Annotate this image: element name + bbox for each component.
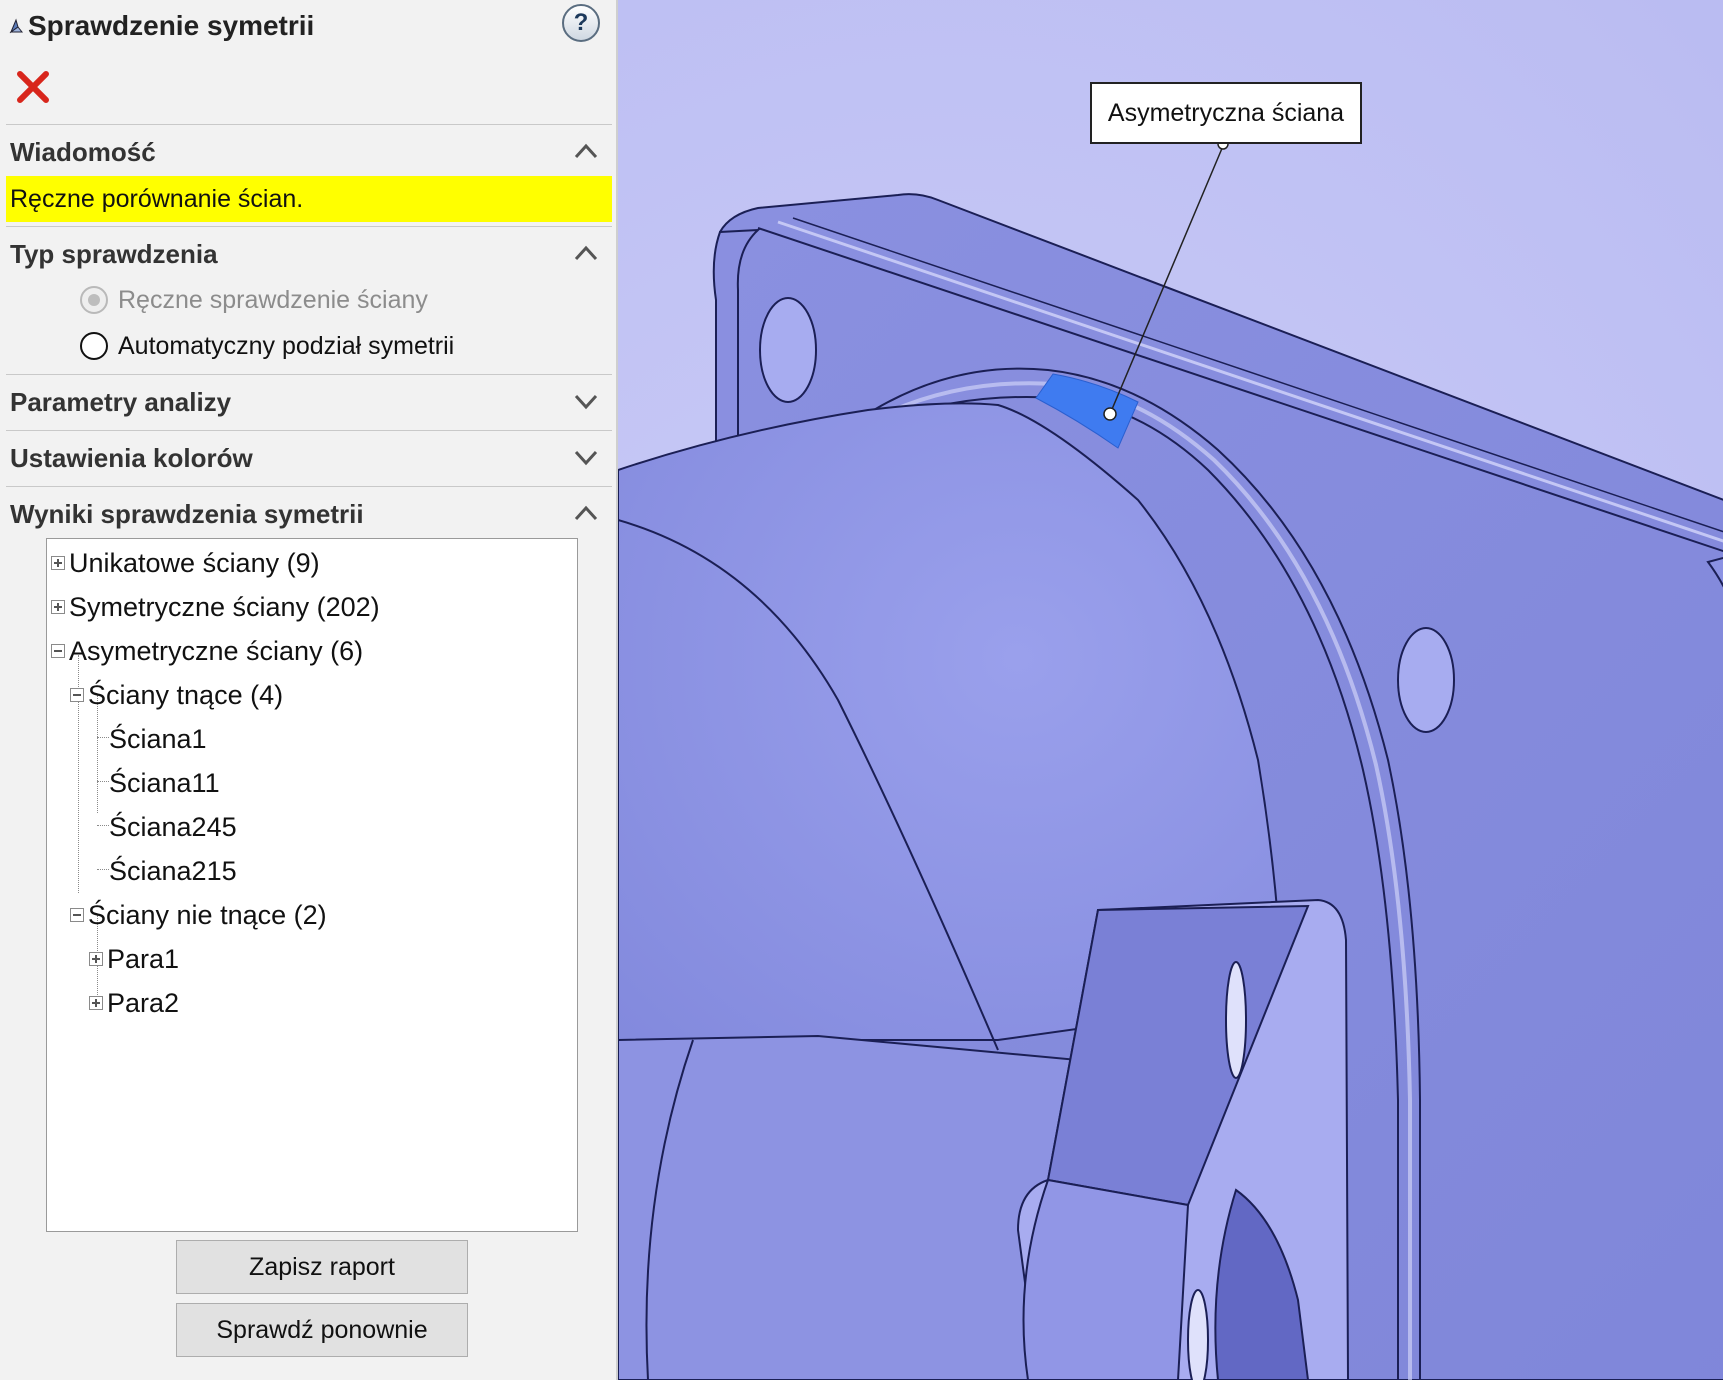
tree-line <box>97 825 109 826</box>
expand-plus-icon[interactable] <box>51 600 65 614</box>
bolt-hole <box>1397 627 1455 733</box>
section-message-header[interactable]: Wiadomość <box>10 130 610 174</box>
radio-auto-label: Automatyczny podział symetrii <box>118 331 455 360</box>
divider <box>6 124 612 125</box>
chevron-up-icon[interactable] <box>572 242 600 264</box>
tree-node-label: Para2 <box>107 987 180 1018</box>
tree-node-symmetric-faces[interactable]: Symetryczne ściany (202) <box>51 587 380 627</box>
chevron-up-icon[interactable] <box>572 502 600 524</box>
tree-node-label: Ściany nie tnące (2) <box>88 899 327 930</box>
message-box: Ręczne porównanie ścian. <box>6 176 612 222</box>
results-tree[interactable]: Unikatowe ściany (9) Symetryczne ściany … <box>46 538 578 1232</box>
section-color-settings-title: Ustawienia kolorów <box>10 442 253 473</box>
section-color-settings-header[interactable]: Ustawienia kolorów <box>10 436 610 480</box>
tree-leaf-label: Ściana1 <box>109 723 207 754</box>
bracket-side <box>1022 1178 1190 1380</box>
recheck-button[interactable]: Sprawdź ponownie <box>176 1303 468 1357</box>
radio-button-unchecked[interactable] <box>80 332 108 360</box>
tree-line <box>97 737 109 738</box>
tree-node-pair[interactable]: Para1 <box>89 939 179 979</box>
callout-label: Asymetryczna ściana <box>1107 98 1345 127</box>
save-report-button[interactable]: Zapisz raport <box>176 1240 468 1294</box>
collapse-minus-icon[interactable] <box>70 908 84 922</box>
tree-leaf-face[interactable]: Ściana11 <box>109 763 220 803</box>
radio-manual-label: Ręczne sprawdzenie ściany <box>118 285 428 314</box>
tree-node-pair[interactable]: Para2 <box>89 983 179 1023</box>
section-check-type-header[interactable]: Typ sprawdzenia <box>10 232 610 276</box>
graphics-viewport[interactable] <box>618 0 1723 1380</box>
tree-line <box>97 869 109 870</box>
divider <box>6 430 612 431</box>
asymmetric-face-callout[interactable]: Asymetryczna ściana <box>1090 82 1362 144</box>
chevron-down-icon[interactable] <box>572 390 600 412</box>
bracket-hole <box>1187 1289 1209 1380</box>
section-results-header[interactable]: Wyniki sprawdzenia symetrii <box>10 492 610 536</box>
tree-node-asymmetric-faces[interactable]: Asymetryczne ściany (6) <box>51 631 363 671</box>
tree-line <box>97 781 109 782</box>
tree-leaf-face[interactable]: Ściana1 <box>109 719 207 759</box>
tree-leaf-label: Ściana11 <box>109 767 220 798</box>
expand-plus-icon[interactable] <box>89 952 103 966</box>
collapse-minus-icon[interactable] <box>70 688 84 702</box>
chevron-up-icon[interactable] <box>572 140 600 162</box>
section-results-title: Wyniki sprawdzenia symetrii <box>10 498 364 529</box>
property-manager-panel: Sprawdzenie symetrii ? Wiadomość Ręczne … <box>0 0 618 1380</box>
bracket-hole <box>1225 961 1247 1079</box>
section-check-type-title: Typ sprawdzenia <box>10 238 218 269</box>
radio-auto-symmetry-split[interactable]: Automatyczny podział symetrii <box>80 326 454 366</box>
section-analysis-params-title: Parametry analizy <box>10 386 232 417</box>
tree-node-cutting-faces[interactable]: Ściany tnące (4) <box>70 675 283 715</box>
tree-leaf-label: Ściana245 <box>109 811 237 842</box>
collapse-minus-icon[interactable] <box>51 644 65 658</box>
tree-node-label: Unikatowe ściany (9) <box>69 547 320 578</box>
panel-header: Sprawdzenie symetrii <box>8 4 314 48</box>
tree-node-label: Ściany tnące (4) <box>88 679 284 710</box>
section-analysis-params-header[interactable]: Parametry analizy <box>10 380 610 424</box>
tree-node-unique-faces[interactable]: Unikatowe ściany (9) <box>51 543 320 583</box>
shaft <box>618 1034 1079 1380</box>
expand-plus-icon[interactable] <box>51 556 65 570</box>
expand-plus-icon[interactable] <box>89 996 103 1010</box>
section-message-title: Wiadomość <box>10 136 156 167</box>
tree-leaf-face[interactable]: Ściana245 <box>109 807 237 847</box>
radio-button-checked[interactable] <box>80 286 108 314</box>
chevron-down-icon[interactable] <box>572 446 600 468</box>
cad-model-view[interactable] <box>618 0 1723 1380</box>
tree-node-non-cutting-faces[interactable]: Ściany nie tnące (2) <box>70 895 327 935</box>
tree-node-label: Symetryczne ściany (202) <box>69 591 380 622</box>
divider <box>6 374 612 375</box>
close-icon[interactable] <box>14 68 52 106</box>
tree-node-label: Asymetryczne ściany (6) <box>69 635 364 666</box>
tree-leaf-label: Ściana215 <box>109 855 237 886</box>
radio-manual-face-check[interactable]: Ręczne sprawdzenie ściany <box>80 280 428 320</box>
divider <box>6 486 612 487</box>
help-icon[interactable]: ? <box>562 4 600 42</box>
divider <box>6 226 612 227</box>
panel-title: Sprawdzenie symetrii <box>28 10 315 41</box>
callout-anchor <box>1103 407 1117 421</box>
message-text: Ręczne porównanie ścian. <box>10 184 304 213</box>
tree-leaf-face[interactable]: Ściana215 <box>109 851 237 891</box>
bolt-hole <box>759 297 817 403</box>
tree-node-label: Para1 <box>107 943 180 974</box>
symmetry-check-icon <box>9 18 24 34</box>
